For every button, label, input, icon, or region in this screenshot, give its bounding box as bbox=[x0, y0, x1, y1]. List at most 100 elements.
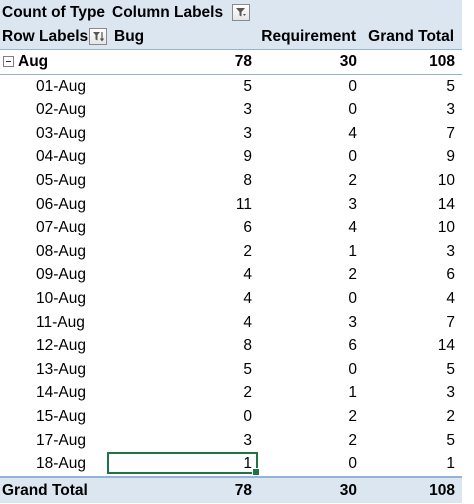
grand-total-row: Grand Total 78 30 108 bbox=[0, 475, 462, 503]
requirement-count[interactable]: 4 bbox=[258, 122, 357, 146]
requirement-count[interactable]: 2 bbox=[258, 263, 357, 287]
total-count[interactable]: 14 bbox=[358, 193, 455, 217]
row-label[interactable]: 01-Aug bbox=[36, 75, 86, 99]
row-labels-header[interactable]: Row Labels bbox=[2, 25, 88, 49]
pivot-header-row-values: Count of Type Column Labels bbox=[0, 0, 462, 25]
total-count[interactable]: 3 bbox=[358, 381, 455, 405]
row-label[interactable]: 03-Aug bbox=[36, 122, 86, 146]
total-count[interactable]: 5 bbox=[358, 358, 455, 382]
pivot-table: Count of Type Column Labels Row Labels B… bbox=[0, 0, 462, 503]
total-count[interactable]: 3 bbox=[358, 240, 455, 264]
bug-count[interactable]: 3 bbox=[112, 122, 252, 146]
requirement-count[interactable]: 0 bbox=[258, 358, 357, 382]
requirement-count[interactable]: 0 bbox=[258, 145, 357, 169]
group-bug-count[interactable]: 78 bbox=[112, 50, 252, 74]
requirement-count[interactable]: 3 bbox=[258, 311, 357, 335]
group-total-count[interactable]: 108 bbox=[358, 50, 455, 74]
requirement-count[interactable]: 0 bbox=[258, 75, 357, 99]
bug-count[interactable]: 3 bbox=[112, 98, 252, 122]
bug-count[interactable]: 11 bbox=[112, 193, 252, 217]
table-row: 06-Aug 11 3 14 bbox=[0, 193, 462, 217]
total-count[interactable]: 14 bbox=[358, 334, 455, 358]
total-count[interactable]: 6 bbox=[358, 263, 455, 287]
row-label[interactable]: 09-Aug bbox=[36, 263, 86, 287]
row-label[interactable]: 06-Aug bbox=[36, 193, 86, 217]
bug-count[interactable]: 5 bbox=[112, 358, 252, 382]
total-count[interactable]: 4 bbox=[358, 287, 455, 311]
column-header-requirement[interactable]: Requirement bbox=[258, 25, 358, 49]
total-count[interactable]: 7 bbox=[358, 311, 455, 335]
bug-count[interactable]: 8 bbox=[112, 169, 252, 193]
requirement-count[interactable]: 0 bbox=[258, 98, 357, 122]
bug-count[interactable]: 2 bbox=[112, 240, 252, 264]
column-header-bug[interactable]: Bug bbox=[112, 25, 260, 49]
row-label[interactable]: 05-Aug bbox=[36, 169, 86, 193]
grand-total-requirement[interactable]: 30 bbox=[258, 478, 357, 503]
row-label[interactable]: 13-Aug bbox=[36, 358, 86, 382]
requirement-count[interactable]: 1 bbox=[258, 381, 357, 405]
row-label[interactable]: 12-Aug bbox=[36, 334, 86, 358]
bug-count[interactable]: 4 bbox=[112, 263, 252, 287]
column-header-grand-total[interactable]: Grand Total bbox=[358, 25, 456, 49]
total-count[interactable]: 9 bbox=[358, 145, 455, 169]
bug-count[interactable]: 2 bbox=[112, 381, 252, 405]
row-label[interactable]: 04-Aug bbox=[36, 145, 86, 169]
row-label[interactable]: 14-Aug bbox=[36, 381, 86, 405]
requirement-count[interactable]: 2 bbox=[258, 169, 357, 193]
collapse-minus-icon[interactable] bbox=[3, 56, 14, 67]
grand-total-bug[interactable]: 78 bbox=[112, 478, 252, 503]
group-requirement-count[interactable]: 30 bbox=[258, 50, 357, 74]
bug-count[interactable]: 1 bbox=[112, 452, 252, 476]
row-label[interactable]: 15-Aug bbox=[36, 405, 86, 429]
table-row: 17-Aug 3 2 5 bbox=[0, 429, 462, 453]
date-rows: 01-Aug 5 0 5 02-Aug 3 0 3 03-Aug 3 4 7 0… bbox=[0, 75, 462, 477]
bug-count[interactable]: 8 bbox=[112, 334, 252, 358]
total-count[interactable]: 10 bbox=[358, 169, 455, 193]
filter-active-icon bbox=[93, 32, 104, 42]
group-label[interactable]: Aug bbox=[18, 50, 48, 74]
requirement-count[interactable]: 2 bbox=[258, 429, 357, 453]
requirement-count[interactable]: 6 bbox=[258, 334, 357, 358]
total-count[interactable]: 3 bbox=[358, 98, 455, 122]
table-row: 09-Aug 4 2 6 bbox=[0, 263, 462, 287]
grand-total-label[interactable]: Grand Total bbox=[2, 478, 88, 503]
column-labels-header[interactable]: Column Labels bbox=[112, 0, 223, 25]
requirement-count[interactable]: 0 bbox=[258, 452, 357, 476]
total-count[interactable]: 5 bbox=[358, 429, 455, 453]
row-label[interactable]: 10-Aug bbox=[36, 287, 86, 311]
requirement-count[interactable]: 1 bbox=[258, 240, 357, 264]
bug-count[interactable]: 9 bbox=[112, 145, 252, 169]
requirement-count[interactable]: 2 bbox=[258, 405, 357, 429]
bug-count[interactable]: 0 bbox=[112, 405, 252, 429]
grand-total-total[interactable]: 108 bbox=[358, 478, 455, 503]
total-count[interactable]: 10 bbox=[358, 216, 455, 240]
bug-count[interactable]: 3 bbox=[112, 429, 252, 453]
column-labels-filter-button[interactable] bbox=[232, 4, 250, 21]
row-label[interactable]: 07-Aug bbox=[36, 216, 86, 240]
requirement-count[interactable]: 3 bbox=[258, 193, 357, 217]
table-row: 08-Aug 2 1 3 bbox=[0, 240, 462, 264]
table-row: 13-Aug 5 0 5 bbox=[0, 358, 462, 382]
row-labels-filter-button[interactable] bbox=[89, 28, 107, 45]
row-label[interactable]: 17-Aug bbox=[36, 429, 86, 453]
table-row: 01-Aug 5 0 5 bbox=[0, 75, 462, 99]
total-count[interactable]: 7 bbox=[358, 122, 455, 146]
row-label[interactable]: 02-Aug bbox=[36, 98, 86, 122]
total-count[interactable]: 5 bbox=[358, 75, 455, 99]
bug-count[interactable]: 4 bbox=[112, 311, 252, 335]
values-field-label[interactable]: Count of Type bbox=[2, 0, 105, 25]
requirement-count[interactable]: 0 bbox=[258, 287, 357, 311]
total-count[interactable]: 2 bbox=[358, 405, 455, 429]
table-row: 15-Aug 0 2 2 bbox=[0, 405, 462, 429]
requirement-count[interactable]: 4 bbox=[258, 216, 357, 240]
row-label[interactable]: 08-Aug bbox=[36, 240, 86, 264]
table-row: 04-Aug 9 0 9 bbox=[0, 145, 462, 169]
table-row: 07-Aug 6 4 10 bbox=[0, 216, 462, 240]
bug-count[interactable]: 6 bbox=[112, 216, 252, 240]
bug-count[interactable]: 4 bbox=[112, 287, 252, 311]
total-count[interactable]: 1 bbox=[358, 452, 455, 476]
bug-count[interactable]: 5 bbox=[112, 75, 252, 99]
row-label[interactable]: 18-Aug bbox=[36, 452, 86, 476]
table-row: 02-Aug 3 0 3 bbox=[0, 98, 462, 122]
row-label[interactable]: 11-Aug bbox=[36, 311, 85, 335]
